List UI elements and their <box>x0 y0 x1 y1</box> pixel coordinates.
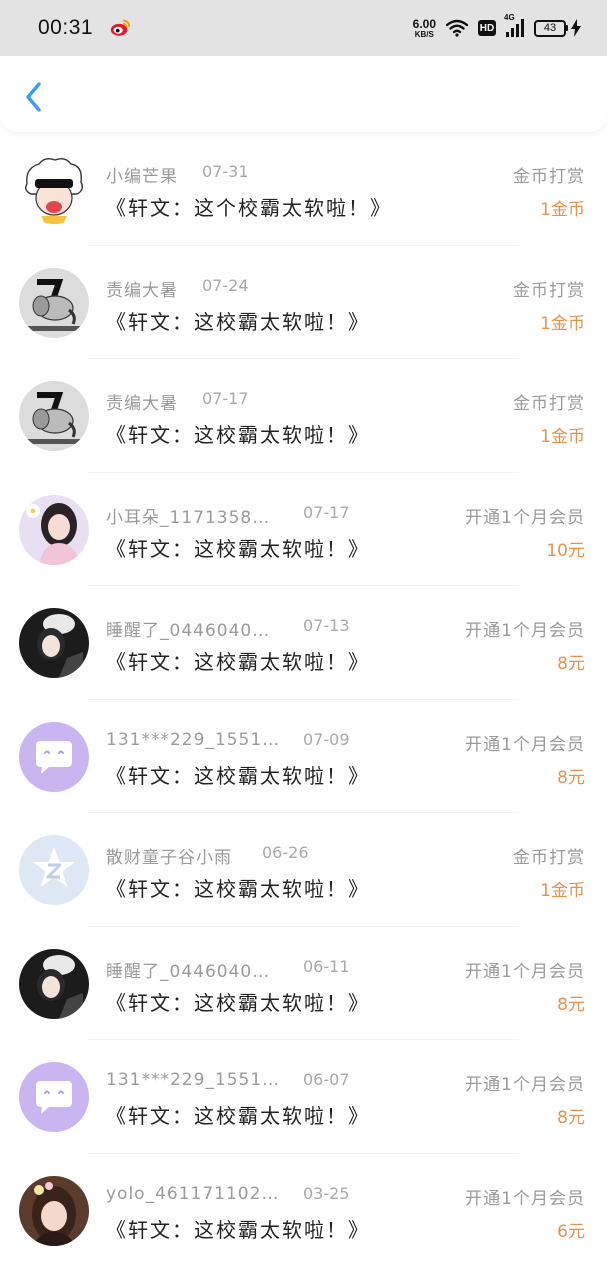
username: 睡醒了_0446040… <box>106 961 271 982</box>
book-title: 《轩文：这校霸太软啦！》 <box>106 1217 370 1242</box>
reward-amount: 1金币 <box>540 313 585 334</box>
reward-amount: 10元 <box>546 540 585 561</box>
record-date: 07-17 <box>202 389 249 408</box>
user-avatar[interactable] <box>19 154 89 224</box>
record-date: 06-11 <box>303 956 350 976</box>
reward-type: 开通1个月会员 <box>465 507 585 528</box>
record-date: 07-09 <box>303 729 350 749</box>
list-item[interactable]: 责编大暑 07-24 《轩文：这校霸太软啦！》 金币打赏 1金币 <box>0 246 607 359</box>
user-avatar[interactable] <box>19 381 89 451</box>
reward-amount: 8元 <box>557 1108 585 1128</box>
reward-type: 开通1个月会员 <box>465 621 585 641</box>
username: 131***229_15518… <box>106 729 281 750</box>
list-item[interactable]: 131***229_15518… 06-07 《轩文：这校霸太软啦！》 开通1个… <box>0 1040 607 1154</box>
user-avatar[interactable] <box>19 608 89 678</box>
book-title: 《轩文：这校霸太软啦！》 <box>106 1104 370 1128</box>
user-avatar[interactable] <box>19 721 89 792</box>
sheep-avatar-icon <box>19 154 89 224</box>
elephant-avatar-icon <box>19 267 89 338</box>
reward-type: 开通1个月会员 <box>465 1188 585 1209</box>
user-avatar[interactable] <box>19 1175 89 1246</box>
record-date: 07-13 <box>303 616 350 635</box>
book-title: 《轩文：这校霸太软啦！》 <box>106 763 370 788</box>
chat-bubble-avatar-icon <box>19 1062 89 1132</box>
reward-amount: 8元 <box>557 654 585 674</box>
weibo-icon <box>110 19 131 36</box>
username: 责编大暑 <box>106 394 178 414</box>
username: yolo_4611711023… <box>106 1183 281 1204</box>
user-avatar[interactable] <box>19 948 89 1019</box>
hd-icon: HD <box>478 20 496 36</box>
record-date: 03-25 <box>303 1183 350 1203</box>
chevron-left-icon[interactable] <box>20 80 48 114</box>
net-speed: 6.00 KB/S <box>412 16 436 39</box>
reward-type: 开通1个月会员 <box>465 734 585 755</box>
record-date: 07-24 <box>202 275 249 295</box>
username: 131***229_15518… <box>106 1070 281 1090</box>
username: 散财童子谷小雨 <box>106 848 232 868</box>
nav-bar <box>0 56 607 132</box>
user-avatar[interactable] <box>19 494 89 565</box>
record-date: 06-26 <box>262 843 309 862</box>
charging-icon <box>571 19 581 37</box>
record-date: 07-17 <box>303 502 350 522</box>
battery-icon: 43 <box>534 19 581 37</box>
list-item[interactable]: 睡醒了_0446040… 07-13 《轩文：这校霸太软啦！》 开通1个月会员 … <box>0 586 607 700</box>
record-date: 06-07 <box>303 1070 350 1089</box>
reward-amount: 1金币 <box>540 881 585 901</box>
girl-photo-avatar-icon <box>19 494 89 565</box>
book-title: 《轩文：这校霸太软啦！》 <box>106 877 370 901</box>
dark-photo-avatar-icon <box>19 608 89 678</box>
reward-record-list: 小编芒果 07-31 《轩文：这个校霸太软啦！》 金币打赏 1金币 责编大暑 0… <box>0 132 607 1267</box>
reward-type: 金币打赏 <box>513 280 585 301</box>
reward-amount: 8元 <box>557 767 585 788</box>
wifi-icon <box>446 19 468 37</box>
reward-amount: 6元 <box>557 1221 585 1242</box>
book-title: 《轩文：这校霸太软啦！》 <box>106 309 370 334</box>
reward-amount: 1金币 <box>540 200 585 220</box>
reward-amount: 1金币 <box>540 427 585 447</box>
book-title: 《轩文：这校霸太软啦！》 <box>106 650 370 674</box>
list-item[interactable]: 小编芒果 07-31 《轩文：这个校霸太软啦！》 金币打赏 1金币 <box>0 132 607 246</box>
reward-type: 金币打赏 <box>513 848 585 868</box>
record-date: 07-31 <box>202 162 249 181</box>
username: 睡醒了_0446040… <box>106 621 271 641</box>
book-title: 《轩文：这校霸太软啦！》 <box>106 423 370 447</box>
list-item[interactable]: yolo_4611711023… 03-25 《轩文：这校霸太软啦！》 开通1个… <box>0 1154 607 1268</box>
reward-type: 金币打赏 <box>513 167 585 187</box>
list-item[interactable]: 131***229_15518… 07-09 《轩文：这校霸太软啦！》 开通1个… <box>0 700 607 813</box>
username: 责编大暑 <box>106 280 178 301</box>
user-avatar[interactable] <box>19 1062 89 1132</box>
signal-icon: 4G <box>504 13 524 37</box>
reward-amount: 8元 <box>557 994 585 1015</box>
status-bar: 00:31 6.00 KB/S HD 4G 43 <box>0 0 607 56</box>
book-title: 《轩文：这个校霸太软啦！》 <box>106 196 392 220</box>
list-item[interactable]: 睡醒了_0446040… 06-11 《轩文：这校霸太软啦！》 开通1个月会员 … <box>0 927 607 1040</box>
username: 小编芒果 <box>106 167 178 187</box>
book-title: 《轩文：这校霸太软啦！》 <box>106 536 370 561</box>
status-time: 00:31 <box>38 16 94 39</box>
user-avatar[interactable] <box>19 835 89 905</box>
user-avatar[interactable] <box>19 267 89 338</box>
dark-photo-avatar-icon <box>19 948 89 1019</box>
elephant-avatar-icon <box>19 381 89 451</box>
list-item[interactable]: 责编大暑 07-17 《轩文：这校霸太软啦！》 金币打赏 1金币 <box>0 359 607 473</box>
qq-logo-avatar-icon <box>19 835 89 905</box>
book-title: 《轩文：这校霸太软啦！》 <box>106 990 370 1015</box>
flower-girl-avatar-icon <box>19 1175 89 1246</box>
reward-type: 金币打赏 <box>513 394 585 414</box>
username: 小耳朵_11713582… <box>106 507 281 528</box>
chat-bubble-avatar-icon <box>19 721 89 792</box>
list-item[interactable]: 散财童子谷小雨 06-26 《轩文：这校霸太软啦！》 金币打赏 1金币 <box>0 813 607 927</box>
list-item[interactable]: 小耳朵_11713582… 07-17 《轩文：这校霸太软啦！》 开通1个月会员… <box>0 473 607 586</box>
reward-type: 开通1个月会员 <box>465 961 585 982</box>
reward-type: 开通1个月会员 <box>465 1075 585 1095</box>
